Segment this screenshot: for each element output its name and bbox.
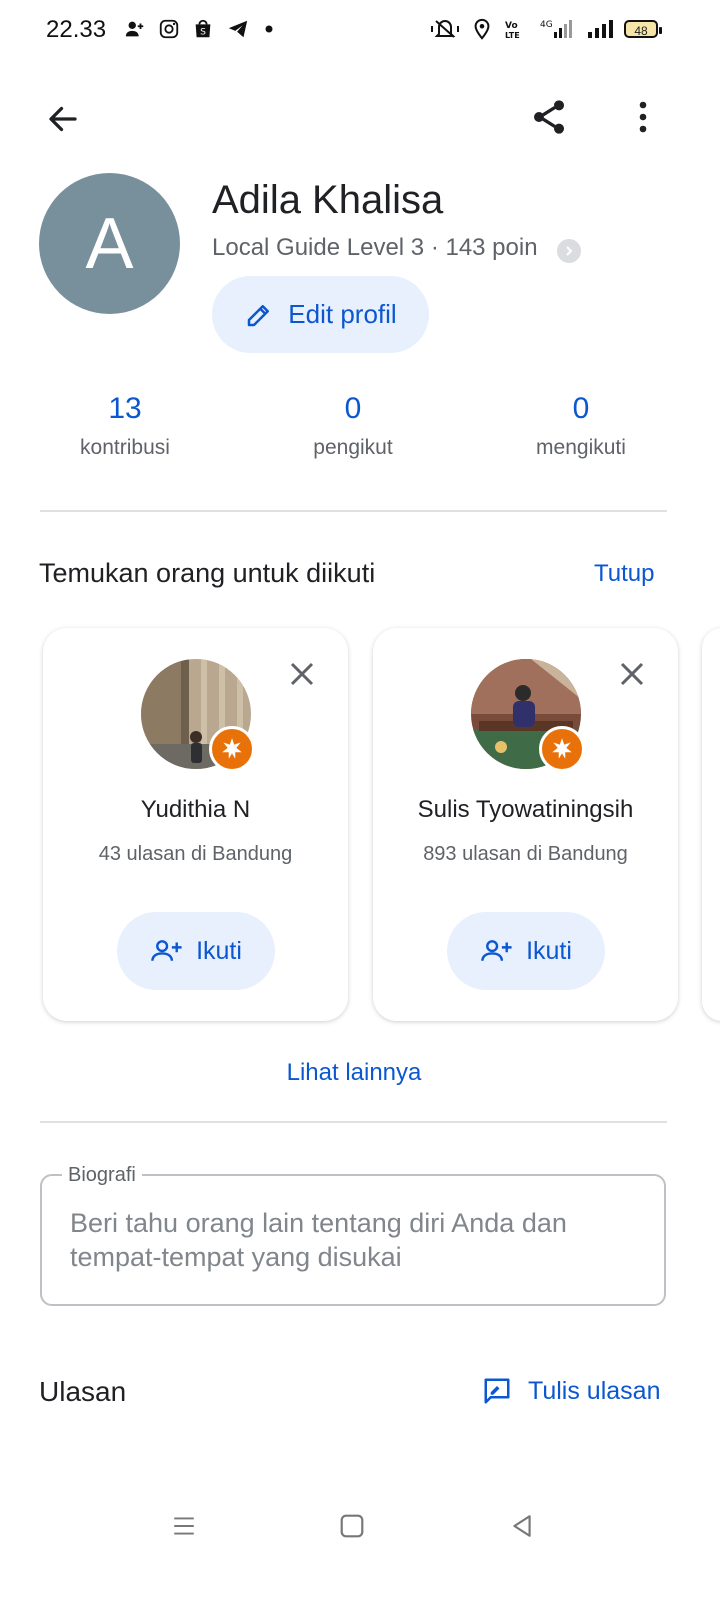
mute-vibrate-icon <box>431 20 459 38</box>
person-reviews: 43 ulasan di Bandung <box>98 843 293 865</box>
status-time: 22.33 <box>46 16 107 43</box>
more-options-button[interactable] <box>620 94 666 140</box>
stat-contributions[interactable]: 13 kontribusi <box>35 392 215 460</box>
rate-review-icon <box>484 1378 510 1404</box>
suggestion-card[interactable]: Sulis Tyowatiningsih 893 ulasan di Bandu… <box>373 628 678 1021</box>
instagram-icon <box>159 19 179 39</box>
svg-text:LTE: LTE <box>505 31 520 40</box>
stat-value: 0 <box>572 392 590 425</box>
profile-name: Adila Khalisa <box>212 178 444 222</box>
person-add-icon <box>481 940 512 961</box>
shopping-bag-icon: S <box>195 19 211 38</box>
edit-profile-label: Edit profil <box>288 299 397 329</box>
location-icon <box>474 18 490 40</box>
person-add-icon <box>151 940 182 961</box>
menu-icon <box>174 1517 194 1535</box>
svg-text:4G: 4G <box>540 20 553 30</box>
suggestion-card-peek[interactable] <box>702 628 720 1021</box>
bio-placeholder[interactable]: Beri tahu orang lain tentang diri Anda d… <box>70 1206 630 1274</box>
follow-button[interactable]: Ikuti <box>117 912 275 990</box>
telegram-icon <box>228 20 248 38</box>
home-button[interactable] <box>332 1508 372 1544</box>
close-icon <box>620 662 644 686</box>
person-add-icon <box>125 21 144 37</box>
write-review-label: Tulis ulasan <box>528 1376 661 1405</box>
stat-value: 13 <box>108 392 142 425</box>
notification-icons: S <box>124 18 276 40</box>
triangle-back-icon <box>513 1515 531 1537</box>
dismiss-suggestion-button[interactable] <box>284 656 320 692</box>
local-guide-badge-icon <box>539 726 585 772</box>
person-name: Yudithia N <box>140 796 251 823</box>
chevron-right-icon[interactable] <box>557 239 581 263</box>
signal-icon <box>588 20 613 38</box>
stat-value: 0 <box>344 392 362 425</box>
reviews-title: Ulasan <box>39 1376 127 1407</box>
local-guide-level[interactable]: Local Guide Level 3 · 143 poin <box>212 234 538 262</box>
bio-label: Biografi <box>62 1164 142 1187</box>
follow-label: Ikuti <box>526 936 572 965</box>
svg-text:S: S <box>200 27 206 38</box>
share-icon <box>534 100 564 134</box>
follow-button[interactable]: Ikuti <box>447 912 605 990</box>
local-guide-badge-icon <box>209 726 255 772</box>
follow-label: Ikuti <box>196 936 242 965</box>
avatar[interactable]: A <box>39 173 180 314</box>
stat-following[interactable]: 0 mengikuti <box>491 392 671 460</box>
signal-4g-icon: 4G <box>540 20 572 38</box>
square-icon <box>340 1514 364 1538</box>
dismiss-suggestion-button[interactable] <box>614 656 650 692</box>
stat-followers[interactable]: 0 pengikut <box>263 392 443 460</box>
pencil-icon <box>248 304 270 326</box>
stat-label: pengikut <box>313 436 393 459</box>
arrow-back-icon <box>49 106 77 132</box>
battery-icon: 48 <box>624 20 662 38</box>
close-suggestions-link[interactable]: Tutup <box>594 560 654 588</box>
back-button[interactable] <box>40 96 86 142</box>
suggestion-card[interactable]: Yudithia N 43 ulasan di Bandung Ikuti <box>43 628 348 1021</box>
volte-icon: VoLTE <box>505 21 520 40</box>
back-nav-button[interactable] <box>502 1508 542 1544</box>
share-button[interactable] <box>526 94 572 140</box>
stat-label: mengikuti <box>536 436 626 459</box>
more-vert-icon <box>639 101 647 133</box>
stat-label: kontribusi <box>80 436 170 459</box>
see-more-link[interactable]: Lihat lainnya <box>0 1059 708 1087</box>
person-name: Sulis Tyowatiningsih <box>417 796 634 823</box>
dot-icon <box>265 25 273 33</box>
edit-profile-button[interactable]: Edit profil <box>212 276 429 353</box>
close-icon <box>290 662 314 686</box>
system-status-icons: Vo LTE 4G <box>430 18 614 40</box>
write-review-button[interactable]: Tulis ulasan <box>482 1376 660 1406</box>
divider <box>40 1121 667 1123</box>
svg-text:Vo: Vo <box>505 21 518 31</box>
person-reviews: 893 ulasan di Bandung <box>423 843 628 865</box>
divider <box>40 510 667 512</box>
recent-apps-button[interactable] <box>164 1508 204 1544</box>
suggestions-title: Temukan orang untuk diikuti <box>39 558 376 588</box>
